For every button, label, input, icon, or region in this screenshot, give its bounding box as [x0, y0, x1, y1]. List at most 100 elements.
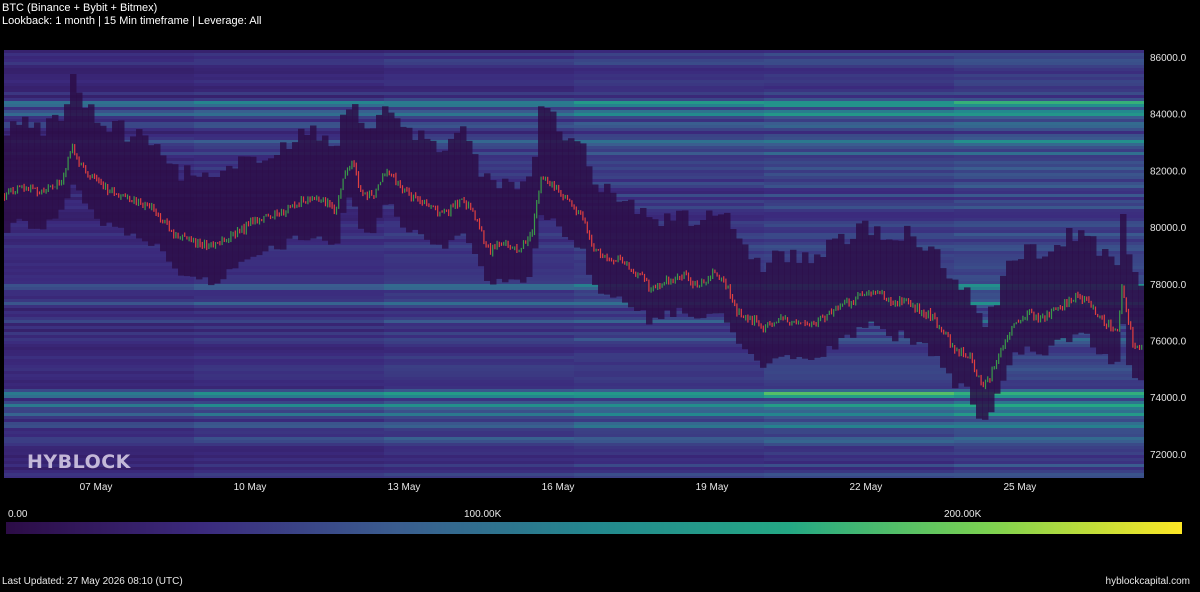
heatmap-cell: [954, 74, 1144, 78]
heatmap-cell: [384, 284, 575, 288]
liquidated-zone: [976, 313, 983, 419]
liquidated-zone: [448, 138, 455, 241]
heatmap-cell: [194, 68, 385, 72]
liquidated-zone: [844, 244, 851, 335]
liquidated-zone: [790, 249, 797, 360]
liquidated-zone: [1072, 241, 1079, 335]
site-link[interactable]: hyblockcapital.com: [1106, 576, 1190, 587]
heatmap-cell: [194, 380, 385, 384]
heatmap-cell: [194, 95, 385, 99]
heatmap-cell: [4, 68, 195, 72]
heatmap-cell: [954, 137, 1144, 141]
heatmap-cell: [194, 332, 385, 336]
liquidated-zone: [718, 214, 725, 314]
heatmap-cell: [764, 95, 955, 99]
heatmap-cell: [764, 215, 955, 219]
heatmap-cell: [764, 452, 955, 456]
heatmap-cell: [574, 398, 765, 402]
liquidated-zone: [160, 155, 167, 252]
heatmap-cell: [194, 311, 385, 315]
heatmap-cell: [764, 404, 955, 408]
heatmap-cell: [4, 347, 195, 351]
heatmap-cell: [764, 386, 955, 390]
liquidated-zone: [880, 240, 887, 329]
heatmap-cell: [954, 182, 1144, 186]
heatmap-cell: [4, 368, 195, 372]
heatmap-cell: [384, 287, 575, 291]
heatmap-cell: [954, 89, 1144, 93]
heatmap-cell: [384, 452, 575, 456]
heatmap-cell: [194, 458, 385, 462]
heatmap-cell: [574, 161, 765, 165]
heatmap-cell: [384, 356, 575, 360]
liquidated-zone: [1048, 251, 1055, 346]
heatmap-cell: [194, 86, 385, 90]
heatmap-cell: [384, 359, 575, 363]
heatmap-cell: [574, 389, 765, 393]
liquidated-zone: [796, 262, 803, 357]
liquidated-zone: [22, 116, 29, 221]
heatmap-cell: [4, 308, 195, 312]
heatmap-cell: [4, 440, 195, 444]
heatmap-cell: [384, 389, 575, 393]
heatmap-cell: [4, 365, 195, 369]
liquidated-zone: [514, 189, 521, 280]
heatmap-cell: [194, 428, 385, 432]
heatmap-cell: [574, 113, 765, 117]
heatmap-cell: [574, 152, 765, 156]
heatmap-cell: [574, 356, 765, 360]
heatmap-cell: [574, 455, 765, 459]
heatmap-cell: [4, 356, 195, 360]
heatmap-cell: [4, 311, 195, 315]
heatmap-cell: [954, 170, 1144, 174]
liquidated-zone: [634, 214, 641, 311]
heatmap-cell: [954, 125, 1144, 129]
heatmap-cell: [194, 392, 385, 396]
heatmap-cell: [954, 464, 1144, 468]
heatmap-cell: [764, 458, 955, 462]
heatmap-cell: [764, 53, 955, 57]
liquidated-zone: [724, 212, 731, 323]
liquidated-zone: [1126, 254, 1133, 366]
heatmap-cell: [574, 461, 765, 465]
heatmap-cell: [954, 203, 1144, 207]
liquidated-zone: [862, 220, 869, 328]
heatmap-cell: [954, 440, 1144, 444]
heatmap-cell: [954, 68, 1144, 72]
heatmap-cell: [194, 362, 385, 366]
heatmap-cell: [4, 290, 195, 294]
heatmap-cell: [954, 101, 1144, 105]
heatmap-cell: [574, 386, 765, 390]
heatmap-cell: [574, 65, 765, 69]
heatmap-cell: [574, 437, 765, 441]
heatmap-cell: [4, 332, 195, 336]
heatmap-cell: [194, 413, 385, 417]
heatmap-cell: [4, 116, 195, 120]
heatmap-cell: [954, 158, 1144, 162]
heatmap-cell: [954, 224, 1144, 228]
heatmap-cell: [764, 167, 955, 171]
heatmap-cell: [764, 128, 955, 132]
liquidated-zone: [304, 135, 311, 241]
heatmap-cell: [194, 419, 385, 423]
liquidated-zone: [676, 210, 683, 308]
heatmap-cell: [194, 443, 385, 447]
heatmap-cell: [954, 434, 1144, 438]
heatmap-cell: [384, 320, 575, 324]
heatmap-cell: [384, 434, 575, 438]
heatmap-cell: [764, 431, 955, 435]
heatmap-cell: [194, 440, 385, 444]
heatmap-cell: [764, 374, 955, 378]
heatmap-cell: [4, 443, 195, 447]
heatmap-cell: [954, 95, 1144, 99]
heatmap-cell: [194, 65, 385, 69]
liquidated-zone: [1000, 275, 1007, 381]
heatmap-cell: [4, 377, 195, 381]
liquidated-zone: [346, 109, 353, 198]
heatmap-cell: [764, 389, 955, 393]
heatmap-cell: [764, 473, 955, 477]
liquidated-zone: [856, 223, 863, 328]
liquidated-zone: [238, 156, 245, 262]
heatmap-cell: [574, 359, 765, 363]
heatmap-cell: [194, 398, 385, 402]
